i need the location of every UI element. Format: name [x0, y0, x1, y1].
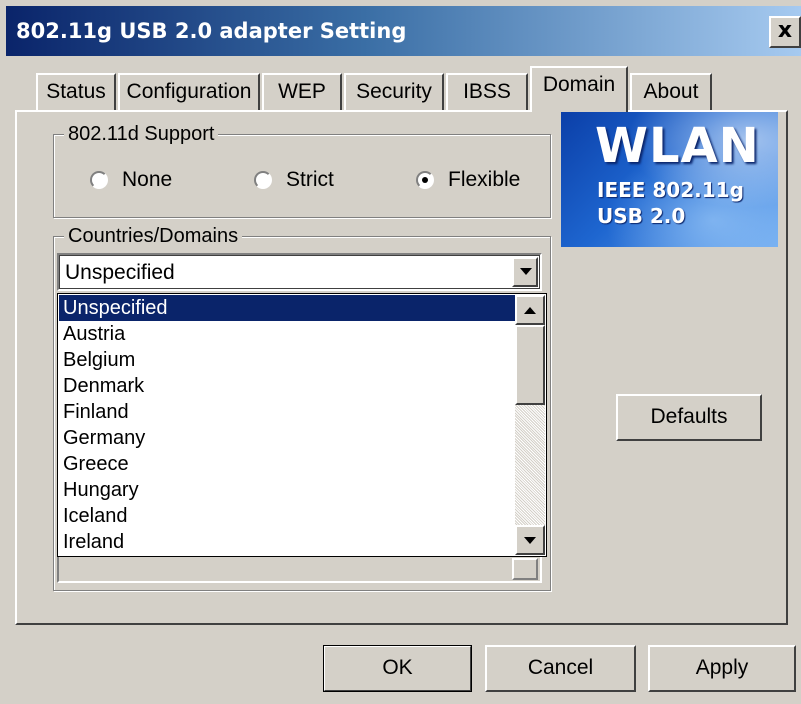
radio-strict-label: Strict	[286, 168, 334, 191]
cancel-button-label: Cancel	[527, 656, 594, 679]
scroll-thumb[interactable]	[515, 325, 545, 405]
close-button[interactable]: x	[769, 16, 801, 48]
defaults-button-label: Defaults	[650, 405, 728, 428]
support-group-legend: 802.11d Support	[64, 122, 219, 146]
hidden-field-button	[512, 558, 538, 580]
radio-none[interactable]: None	[90, 168, 172, 192]
tab-status[interactable]: Status	[36, 73, 116, 111]
apply-button[interactable]: Apply	[648, 645, 796, 692]
logo-title: WLAN	[595, 118, 760, 174]
radio-flexible-label: Flexible	[448, 168, 521, 191]
radio-none-label: None	[122, 168, 173, 191]
chevron-up-icon	[524, 307, 536, 314]
dropdown-scrollbar[interactable]	[515, 295, 545, 555]
radio-flexible[interactable]: Flexible	[416, 168, 520, 192]
cancel-button[interactable]: Cancel	[485, 645, 636, 692]
tab-configuration[interactable]: Configuration	[118, 73, 260, 111]
list-item-finland[interactable]: Finland	[59, 399, 515, 425]
scroll-up-button[interactable]	[515, 295, 545, 325]
scroll-down-button[interactable]	[515, 525, 545, 555]
tab-label: Status	[46, 80, 106, 103]
close-icon: x	[777, 18, 793, 43]
logo-interface: USB 2.0	[597, 204, 686, 228]
tab-about[interactable]: About	[630, 73, 712, 111]
tab-label: About	[643, 80, 699, 103]
country-combo-value: Unspecified	[65, 261, 175, 284]
list-item-hungary[interactable]: Hungary	[59, 477, 515, 503]
list-item-ireland[interactable]: Ireland	[59, 529, 515, 555]
list-item-austria[interactable]: Austria	[59, 321, 515, 347]
tab-label: Domain	[542, 73, 616, 96]
country-combo[interactable]: Unspecified	[57, 253, 542, 291]
list-item-iceland[interactable]: Iceland	[59, 503, 515, 529]
defaults-button[interactable]: Defaults	[616, 394, 762, 441]
list-item-unspecified[interactable]: Unspecified	[59, 295, 515, 321]
tab-security[interactable]: Security	[344, 73, 444, 111]
logo-standard: IEEE 802.11g	[597, 178, 744, 202]
radio-strict[interactable]: Strict	[254, 168, 334, 192]
tab-label: Configuration	[126, 80, 252, 103]
radio-none-circle[interactable]	[90, 171, 108, 189]
dialog-window: 802.11g USB 2.0 adapter Setting x Status…	[0, 0, 801, 704]
tab-label: IBSS	[463, 80, 511, 103]
chevron-down-icon	[520, 268, 532, 275]
list-item-belgium[interactable]: Belgium	[59, 347, 515, 373]
radio-strict-circle[interactable]	[254, 171, 272, 189]
country-dropdown-list[interactable]: Unspecified Austria Belgium Denmark Finl…	[57, 293, 547, 557]
tab-domain[interactable]: Domain	[530, 66, 628, 112]
combo-dropdown-button[interactable]	[512, 257, 538, 287]
tab-label: WEP	[278, 80, 326, 103]
apply-button-label: Apply	[695, 656, 749, 679]
list-item-germany[interactable]: Germany	[59, 425, 515, 451]
title-bar[interactable]: 802.11g USB 2.0 adapter Setting x	[6, 6, 801, 56]
window-title: 802.11g USB 2.0 adapter Setting	[16, 19, 407, 43]
ok-button-label: OK	[382, 656, 413, 679]
list-item-greece[interactable]: Greece	[59, 451, 515, 477]
hidden-field	[57, 555, 542, 583]
tab-wep[interactable]: WEP	[262, 73, 342, 111]
tab-ibss[interactable]: IBSS	[446, 73, 528, 111]
ok-button[interactable]: OK	[323, 645, 472, 692]
countries-group-legend: Countries/Domains	[64, 224, 243, 248]
chevron-down-icon	[524, 537, 536, 544]
radio-flexible-circle[interactable]	[416, 171, 434, 189]
list-item-denmark[interactable]: Denmark	[59, 373, 515, 399]
support-group: 802.11d Support None Strict Flexible	[53, 122, 551, 218]
wlan-logo: WLAN IEEE 802.11g USB 2.0	[561, 112, 778, 247]
tab-label: Security	[356, 80, 432, 103]
